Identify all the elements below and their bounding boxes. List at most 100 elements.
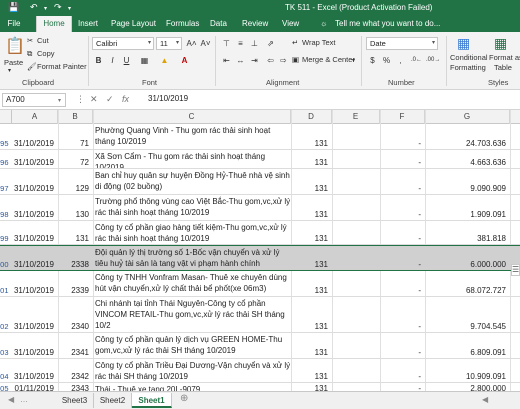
number-format-select[interactable]: Date ▾	[366, 37, 438, 50]
cell-f[interactable]: -	[380, 124, 425, 149]
cell-c[interactable]: Phường Quang Vinh - Thu gom rác thải sin…	[93, 124, 291, 149]
customize-toolbar-icon[interactable]: ▾	[68, 5, 71, 12]
column-header-b[interactable]: B	[58, 110, 93, 124]
row-header[interactable]: 696	[0, 150, 12, 168]
cell-a[interactable]: 31/10/2019	[12, 124, 58, 149]
cell-f[interactable]: -	[380, 297, 425, 332]
cell-d[interactable]: 131	[291, 169, 332, 194]
cell-g[interactable]: 6.000.000	[425, 246, 510, 270]
font-color-icon[interactable]: A	[178, 54, 191, 67]
tab-page-layout[interactable]: Page Layout	[111, 16, 156, 32]
bold-button[interactable]: B	[92, 54, 105, 67]
cancel-icon[interactable]: ✕	[90, 94, 98, 105]
undo-icon[interactable]: ↶	[30, 2, 38, 13]
cell-b[interactable]: 2339	[58, 271, 93, 296]
paste-icon[interactable]: 📋	[4, 36, 26, 60]
cell-b[interactable]: 129	[58, 169, 93, 194]
font-name-select[interactable]: Calibri ▾	[92, 37, 154, 50]
cell-f[interactable]: -	[380, 195, 425, 220]
cell-a[interactable]: 31/10/2019	[12, 297, 58, 332]
increase-decimal-icon[interactable]: .0←	[410, 54, 423, 67]
paste-dropdown-icon[interactable]: ▾	[8, 67, 11, 74]
underline-button[interactable]: U	[120, 54, 133, 67]
format-as-table-icon[interactable]: ▦	[494, 35, 507, 52]
decrease-decimal-icon[interactable]: .00→	[426, 54, 440, 67]
row-header[interactable]: 702	[0, 297, 12, 332]
name-box-dropdown-icon[interactable]: ▾	[58, 97, 61, 104]
align-middle-icon[interactable]: ≡	[234, 37, 247, 50]
sheet-tab-sheet2[interactable]: Sheet2	[94, 393, 132, 408]
conditional-formatting-button-line2[interactable]: Formatting	[450, 63, 486, 72]
copy-icon[interactable]: ⧉	[27, 49, 32, 59]
row-header[interactable]: 700	[0, 246, 12, 270]
tab-review[interactable]: Review	[242, 16, 268, 32]
borders-icon[interactable]: ▦	[138, 54, 151, 67]
quick-analysis-icon[interactable]: ☰	[511, 264, 520, 276]
format-as-table-button[interactable]: Format as	[489, 53, 520, 62]
cell-b[interactable]: 131	[58, 221, 93, 244]
conditional-formatting-button[interactable]: Conditional	[450, 53, 488, 62]
cell-f[interactable]: -	[380, 359, 425, 382]
column-header-d[interactable]: D	[291, 110, 332, 124]
cell-b[interactable]: 2341	[58, 333, 93, 358]
increase-font-icon[interactable]: A˄	[185, 37, 198, 50]
cell-g[interactable]: 1.909.091	[425, 195, 510, 220]
cell-c[interactable]: Công ty TNHH Vonfram Masan- Thuê xe chuy…	[93, 271, 291, 296]
select-all-corner[interactable]	[0, 110, 12, 124]
row-header[interactable]: 697	[0, 169, 12, 194]
cell-d[interactable]: 131	[291, 124, 332, 149]
merge-dropdown-icon[interactable]: ▾	[352, 57, 355, 64]
column-header-a[interactable]: A	[12, 110, 58, 124]
sheet-tab-sheet3[interactable]: Sheet3	[56, 393, 94, 408]
cell-c[interactable]: Công ty cổ phần quản lý dịch vụ GREEN HO…	[93, 333, 291, 358]
worksheet-grid[interactable]: A B C D E F G 69531/10/201971Phường Quan…	[0, 110, 520, 391]
align-center-icon[interactable]: ↔	[234, 54, 247, 67]
format-painter-icon[interactable]: 🖌	[27, 62, 37, 71]
cell-c[interactable]: Ban chỉ huy quân sự huyện Đồng Hỷ-Thuê n…	[93, 169, 291, 194]
percent-icon[interactable]: %	[380, 54, 393, 67]
paste-button[interactable]: Paste	[4, 58, 23, 67]
cell-a[interactable]: 31/10/2019	[12, 195, 58, 220]
align-left-icon[interactable]: ⇤	[220, 54, 233, 67]
tab-insert[interactable]: Insert	[78, 16, 98, 32]
cell-c[interactable]: Trường phổ thông vùng cao Việt Bắc-Thu g…	[93, 195, 291, 220]
conditional-formatting-icon[interactable]: ▦	[457, 35, 470, 52]
orientation-icon[interactable]: ⇗	[264, 37, 277, 50]
fill-color-icon[interactable]: ▲	[158, 54, 171, 67]
cell-d[interactable]: 131	[291, 333, 332, 358]
scroll-left-icon[interactable]: ◀	[8, 395, 14, 404]
add-sheet-icon[interactable]: ⊕	[180, 393, 188, 404]
copy-button[interactable]: Copy	[37, 49, 55, 58]
more-sheets-icon[interactable]: …	[20, 395, 28, 404]
cell-b[interactable]: 2342	[58, 359, 93, 382]
row-header[interactable]: 695	[0, 124, 12, 149]
cell-g[interactable]: 24.703.636	[425, 124, 510, 149]
cell-b[interactable]: 2343	[58, 383, 93, 391]
wrap-text-button[interactable]: Wrap Text	[302, 38, 336, 47]
cell-c[interactable]: Xã Sơn Cẩm - Thu gom rác thải sinh hoạt …	[93, 150, 291, 168]
align-top-icon[interactable]: ⊤	[220, 37, 233, 50]
cell-f[interactable]: -	[380, 246, 425, 270]
cut-button[interactable]: Cut	[37, 36, 49, 45]
cell-c[interactable]: Thái - Thuê xe tang 20L-9079	[93, 383, 291, 391]
name-box[interactable]: A700	[2, 93, 66, 107]
currency-icon[interactable]: $	[366, 54, 379, 67]
row-header[interactable]: 699	[0, 221, 12, 244]
column-header-f[interactable]: F	[380, 110, 425, 124]
wrap-text-icon[interactable]: ↵	[292, 38, 298, 47]
undo-dropdown-icon[interactable]: ▾	[44, 5, 47, 12]
cell-b[interactable]: 130	[58, 195, 93, 220]
tab-view[interactable]: View	[282, 16, 299, 32]
cell-g[interactable]: 4.663.636	[425, 150, 510, 168]
cell-d[interactable]: 131	[291, 271, 332, 296]
cell-g[interactable]: 10.909.091	[425, 359, 510, 382]
cell-a[interactable]: 31/10/2019	[12, 271, 58, 296]
cell-b[interactable]: 2340	[58, 297, 93, 332]
cell-d[interactable]: 131	[291, 246, 332, 270]
tab-formulas[interactable]: Formulas	[166, 16, 199, 32]
column-header-c[interactable]: C	[93, 110, 291, 124]
format-painter-button[interactable]: Format Painter	[37, 62, 87, 71]
cell-f[interactable]: -	[380, 221, 425, 244]
cell-f[interactable]: -	[380, 150, 425, 168]
horizontal-scroll-left-icon[interactable]: ◀	[482, 395, 488, 404]
